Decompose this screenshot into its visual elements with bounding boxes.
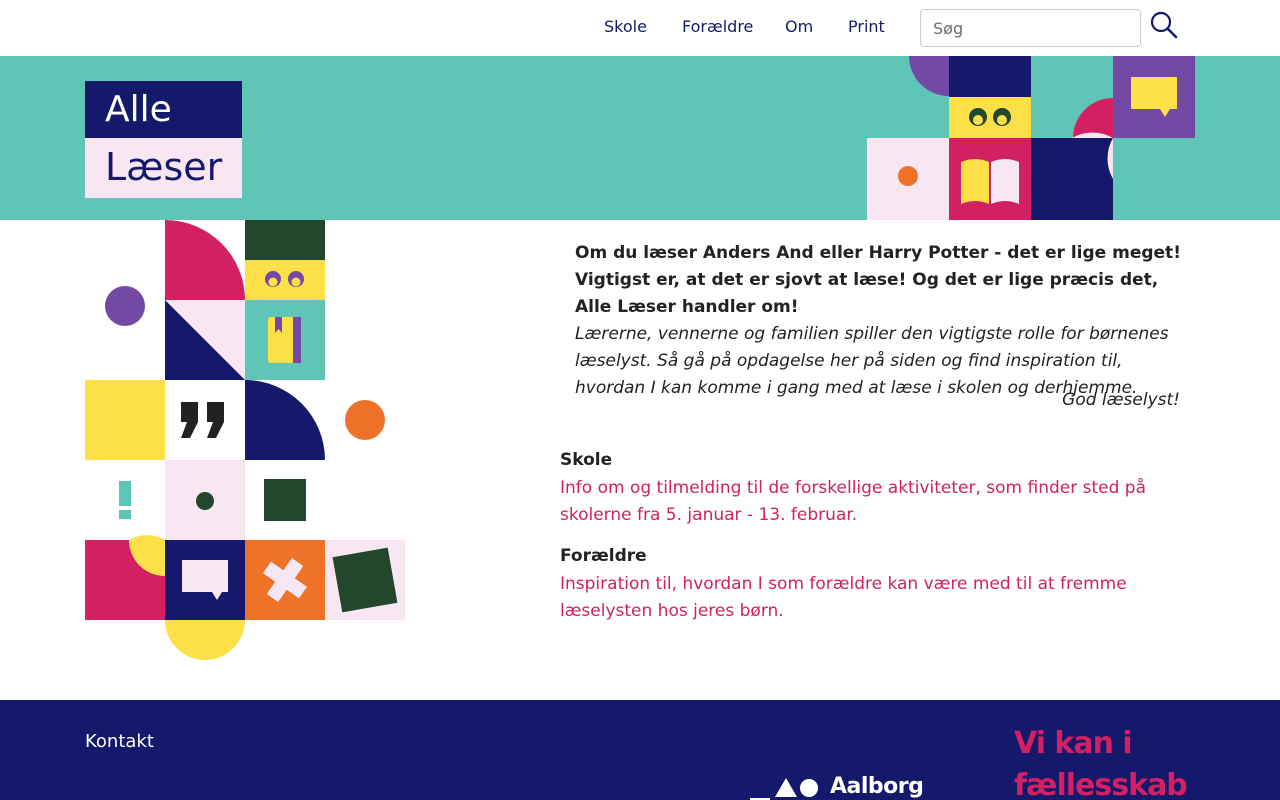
section-title-foraeldre: Forældre	[560, 546, 647, 566]
footer: Kontakt Aalborg Vi kan i fællesskab	[0, 700, 1280, 800]
nav-link-foraeldre[interactable]: Forældre	[682, 17, 753, 36]
intro-signoff: God læselyst!	[1062, 390, 1180, 410]
nav-link-print[interactable]: Print	[848, 17, 885, 36]
top-navigation: Skole Forældre Om Print	[0, 0, 1280, 56]
slogan-line-2: fællesskab	[1014, 768, 1188, 800]
header-banner: Alle Læser	[0, 56, 1280, 220]
intro-headline: Om du læser Anders And eller Harry Potte…	[575, 243, 1181, 317]
search-icon	[1150, 11, 1178, 39]
section-title-skole: Skole	[560, 450, 613, 470]
aalborg-shapes-icon	[750, 778, 818, 800]
nav-link-om[interactable]: Om	[785, 17, 813, 36]
intro-text: Om du læser Anders And eller Harry Potte…	[575, 240, 1187, 402]
banner-decoration	[867, 56, 1195, 220]
section-link-foraeldre[interactable]: Inspiration til, hvordan I som forældre …	[560, 571, 1200, 625]
footer-contact-link[interactable]: Kontakt	[85, 731, 154, 752]
aalborg-logo-text: Aalborg	[830, 774, 924, 799]
section-link-skole[interactable]: Info om og tilmelding til de forskellige…	[560, 475, 1200, 529]
slogan-line-1: Vi kan i	[1014, 726, 1133, 761]
book-icon	[268, 317, 301, 363]
nav-link-skole[interactable]: Skole	[604, 17, 647, 36]
exclamation-icon	[119, 481, 131, 519]
reading-illustration	[85, 220, 405, 660]
search-button[interactable]	[1149, 10, 1181, 42]
search-input[interactable]	[920, 9, 1141, 47]
